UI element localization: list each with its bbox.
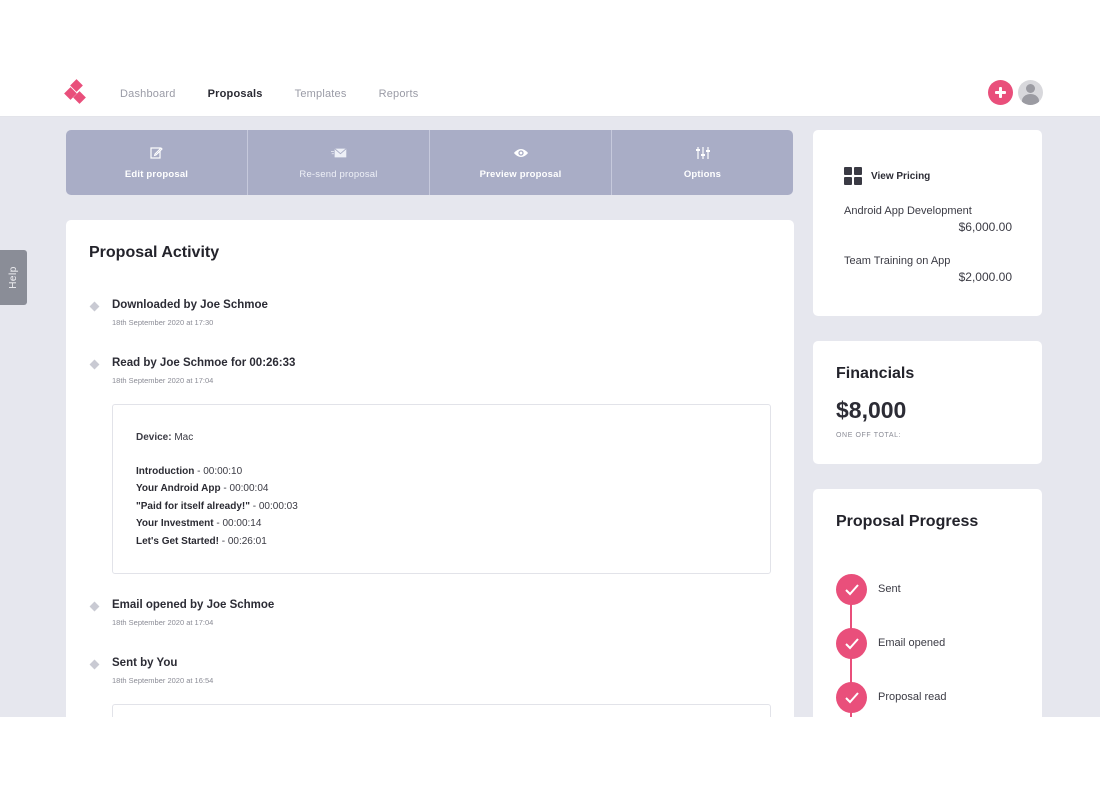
proposal-activity-card: Proposal Activity Downloaded by Joe Schm…: [66, 220, 794, 717]
price-item-name: Team Training on App: [844, 255, 951, 267]
nav-dashboard[interactable]: Dashboard: [120, 88, 176, 100]
price-line-item: Team Training on App $2,000.00: [844, 255, 1012, 284]
main-nav: Dashboard Proposals Templates Reports: [120, 71, 450, 117]
section-time-row: "Paid for itself already!" - 00:00:03: [136, 500, 298, 512]
edit-proposal-label: Edit proposal: [124, 168, 189, 180]
event-title: Read by Joe Schmoe for 00:26:33: [112, 357, 296, 369]
section-time-row: Your Investment - 00:00:14: [136, 518, 262, 530]
diamond-icon: [89, 301, 100, 312]
progress-title: Proposal Progress: [836, 513, 979, 530]
help-tab[interactable]: Help: [0, 250, 27, 305]
app-logo[interactable]: [64, 79, 86, 107]
check-icon: [836, 628, 867, 659]
proposal-action-toolbar: Edit proposal Re-send proposal Preview p…: [66, 130, 793, 195]
event-time: 18th September 2020 at 17:04: [112, 376, 214, 385]
event-title: Sent by You: [112, 657, 178, 669]
nav-reports[interactable]: Reports: [379, 88, 419, 100]
sliders-icon: [695, 146, 711, 160]
device-label: Device:: [136, 432, 172, 443]
add-new-button[interactable]: [988, 80, 1013, 105]
top-navigation-bar: Dashboard Proposals Templates Reports: [0, 71, 1100, 117]
diamond-icon: [89, 659, 100, 670]
nav-proposals[interactable]: Proposals: [208, 88, 263, 100]
financials-total: $8,000: [836, 397, 907, 423]
workspace: Help Edit proposal Re-send proposal Prev…: [0, 117, 1100, 717]
user-avatar[interactable]: [1018, 80, 1043, 105]
options-label: Options: [683, 168, 722, 180]
help-label: Help: [7, 266, 19, 289]
resend-proposal-label: Re-send proposal: [299, 168, 378, 180]
price-item-amount: $6,000.00: [958, 220, 1012, 234]
grid-icon: [844, 167, 862, 185]
section-time-row: Your Android App - 00:00:04: [136, 483, 269, 495]
preview-proposal-label: Preview proposal: [479, 168, 562, 180]
price-item-name: Android App Development: [844, 205, 972, 217]
diamond-icon: [89, 601, 100, 612]
edit-proposal-button[interactable]: Edit proposal: [66, 130, 248, 195]
event-time: 18th September 2020 at 17:30: [112, 318, 214, 327]
event-time: 18th September 2020 at 16:54: [112, 676, 214, 685]
financials-total-label: ONE OFF TOTAL:: [836, 432, 902, 439]
financials-title: Financials: [836, 365, 915, 382]
resend-proposal-button[interactable]: Re-send proposal: [248, 130, 430, 195]
section-times-list: Introduction - 00:00:10 Your Android App…: [136, 466, 298, 553]
view-pricing-label: View Pricing: [871, 170, 931, 182]
pricing-card: View Pricing Android App Development $6,…: [813, 130, 1042, 316]
activity-title: Proposal Activity: [89, 244, 220, 261]
event-time: 18th September 2020 at 17:04: [112, 618, 214, 627]
check-icon: [836, 682, 867, 713]
section-time-row: Let's Get Started! - 00:26:01: [136, 535, 267, 547]
edit-icon: [149, 146, 165, 160]
section-time-row: Introduction - 00:00:10: [136, 466, 243, 477]
diamond-icon: [89, 359, 100, 370]
price-line-item: Android App Development $6,000.00: [844, 205, 1012, 234]
sent-details-box: [112, 704, 771, 717]
event-title: Email opened by Joe Schmoe: [112, 599, 275, 611]
device-info: Device: Mac: [136, 432, 193, 443]
preview-proposal-button[interactable]: Preview proposal: [430, 130, 612, 195]
options-button[interactable]: Options: [612, 130, 793, 195]
financials-card: Financials $8,000 ONE OFF TOTAL:: [813, 341, 1042, 464]
event-title: Downloaded by Joe Schmoe: [112, 299, 268, 311]
progress-step-label: Proposal read: [878, 691, 947, 703]
nav-templates[interactable]: Templates: [295, 88, 347, 100]
envelope-icon: [330, 146, 347, 160]
price-item-amount: $2,000.00: [958, 270, 1012, 284]
check-icon: [836, 574, 867, 605]
view-pricing-link[interactable]: View Pricing: [844, 167, 930, 185]
progress-step-label: Email opened: [878, 637, 946, 649]
read-session-details: Device: Mac Introduction - 00:00:10 Your…: [112, 404, 771, 574]
proposal-progress-card: Proposal Progress Sent Email opened Prop…: [813, 489, 1042, 717]
device-value: Mac: [171, 432, 194, 443]
eye-icon: [513, 146, 529, 160]
progress-step-label: Sent: [878, 583, 901, 595]
